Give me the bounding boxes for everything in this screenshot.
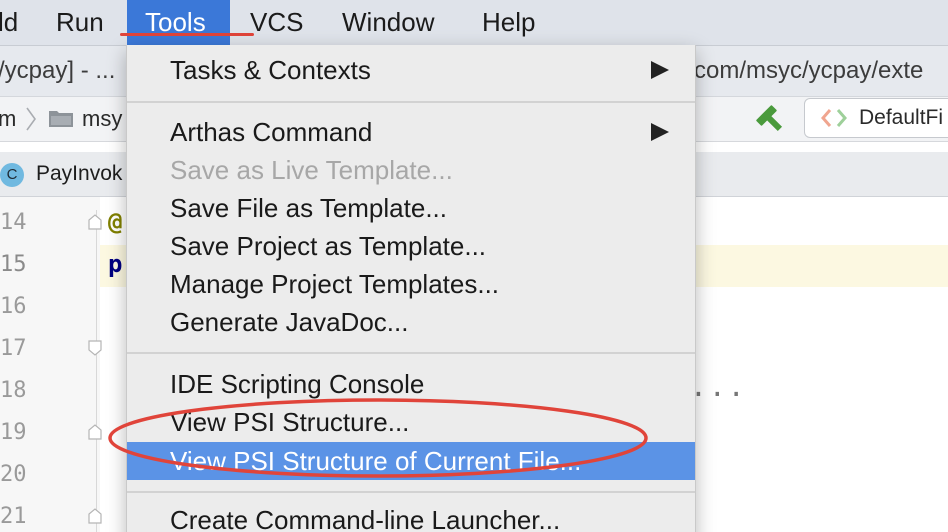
title-left-text: /ycpay] - ... [0,57,116,84]
code-keyword-fragment: p [108,250,123,278]
menu-run[interactable]: Run [42,0,136,45]
menu-help[interactable]: Help [482,0,562,45]
breadcrumb-item-module[interactable]: m [0,97,16,141]
run-configuration-selector[interactable]: DefaultFi [804,98,948,138]
menu-item-tasks-contexts[interactable]: Tasks & Contexts [127,51,695,89]
code-ellipsis-fragment: ... [690,370,747,403]
ide-window: ld Run Tools VCS Window Help /ycpay] - .… [0,0,948,532]
line-number: 19 [0,420,27,445]
menu-separator [127,491,695,493]
line-number: 16 [0,294,27,319]
tools-menu-dropdown: Tasks & Contexts Arthas Command Save as … [126,45,696,532]
line-number: 14 [0,210,27,235]
fold-collapse-icon[interactable] [88,214,102,230]
menu-item-manage-project-templates[interactable]: Manage Project Templates... [127,265,695,303]
menu-item-create-command-line-launcher[interactable]: Create Command-line Launcher... [127,501,695,532]
submenu-arrow-icon [651,123,669,141]
java-class-icon: C [0,163,24,187]
menu-build[interactable]: ld [0,0,28,45]
menu-tools[interactable]: Tools [127,0,230,45]
run-config-label: DefaultFi [859,106,944,129]
menu-separator [127,352,695,354]
line-number: 17 [0,336,27,361]
fold-collapse-icon[interactable] [88,508,102,524]
menu-item-arthas-command[interactable]: Arthas Command [127,113,695,151]
fold-collapse-icon[interactable] [88,424,102,440]
editor-tab-payinvoker[interactable]: PayInvok [36,152,122,196]
folder-icon [49,111,73,127]
line-number: 18 [0,378,27,403]
menu-separator [127,101,695,103]
submenu-arrow-icon [651,61,669,79]
code-annotation-fragment: @ [108,208,123,236]
menu-vcs[interactable]: VCS [250,0,330,45]
fold-guide-line [96,210,97,532]
menu-item-view-psi-structure-current-file[interactable]: View PSI Structure of Current File... [127,442,695,480]
menu-item-view-psi-structure[interactable]: View PSI Structure... [127,403,695,441]
line-number: 20 [0,462,27,487]
breadcrumb-item-package[interactable]: msy [82,97,122,141]
menu-item-save-file-template[interactable]: Save File as Template... [127,189,695,227]
run-config-icon [821,109,847,127]
breadcrumb-chevron-icon [26,107,36,131]
menu-item-ide-scripting-console[interactable]: IDE Scripting Console [127,365,695,403]
menu-item-generate-javadoc[interactable]: Generate JavaDoc... [127,303,695,341]
line-number: 15 [0,252,27,277]
tools-annotation-underline [120,33,254,36]
hammer-build-icon[interactable] [754,104,786,134]
title-path-text: com/msyc/ycpay/exte [694,57,924,84]
menu-item-save-live-template: Save as Live Template... [170,155,453,185]
fold-end-icon[interactable] [88,340,102,356]
line-number: 21 [0,504,27,529]
menu-window[interactable]: Window [342,0,452,45]
menu-bar: ld Run Tools VCS Window Help [0,0,948,46]
menu-item-save-project-template[interactable]: Save Project as Template... [127,227,695,265]
